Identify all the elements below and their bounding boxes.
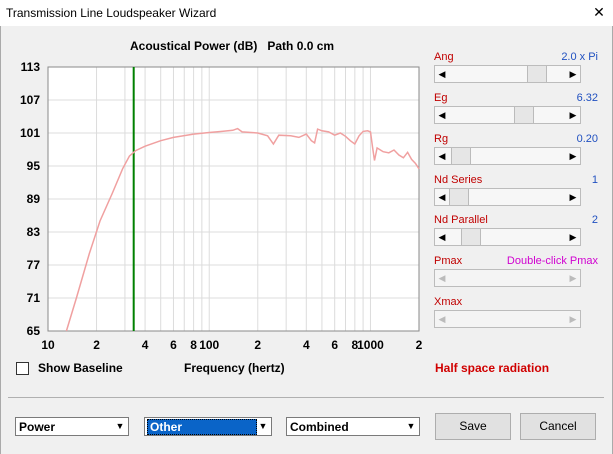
y-tick-label: 113 bbox=[21, 60, 41, 74]
nd-series-label: Nd Series bbox=[434, 174, 483, 186]
y-tick-label: 107 bbox=[20, 93, 40, 107]
ang-scrollbar[interactable]: ◀ ▶ bbox=[434, 65, 581, 83]
scroll-left-icon: ◀ bbox=[438, 273, 446, 283]
y-tick-label: 101 bbox=[20, 126, 40, 140]
xmax-label: Xmax bbox=[434, 296, 463, 308]
window-title: Transmission Line Loudspeaker Wizard bbox=[6, 6, 217, 20]
ang-scroll-thumb[interactable] bbox=[527, 66, 547, 82]
scroll-right-icon[interactable]: ▶ bbox=[566, 148, 580, 164]
scroll-left-icon[interactable]: ◀ bbox=[435, 107, 449, 123]
eg-scroll-thumb[interactable] bbox=[514, 107, 534, 123]
ang-label: Ang bbox=[434, 51, 454, 63]
x-tick-label: 4 bbox=[303, 338, 310, 352]
scroll-left-icon[interactable]: ◀ bbox=[435, 148, 449, 164]
x-tick-label: 1000 bbox=[357, 338, 384, 352]
y-tick-label: 65 bbox=[27, 324, 41, 338]
scroll-right-icon: ▶ bbox=[569, 273, 577, 283]
pmax-label: Pmax bbox=[434, 255, 463, 267]
radiation-mode-label: Half space radiation bbox=[435, 361, 550, 375]
chevron-down-icon[interactable]: ▼ bbox=[114, 420, 126, 433]
x-tick-label: 6 bbox=[170, 338, 177, 352]
y-tick-label: 89 bbox=[27, 192, 41, 206]
scroll-right-icon: ▶ bbox=[569, 314, 577, 324]
chevron-down-icon[interactable]: ▼ bbox=[405, 420, 417, 433]
cancel-button[interactable]: Cancel bbox=[520, 413, 596, 440]
nd-parallel-label: Nd Parallel bbox=[434, 214, 488, 226]
pmax-value[interactable]: Double-click Pmax bbox=[507, 255, 598, 267]
control-ang: Ang 2.0 x Pi ◀ ▶ bbox=[434, 51, 598, 85]
type-select[interactable]: Other ▼ bbox=[144, 417, 272, 436]
type-select-value: Other bbox=[147, 419, 257, 435]
x-tick-label: 4 bbox=[142, 338, 149, 352]
scroll-left-icon: ◀ bbox=[438, 314, 446, 324]
rg-scrollbar[interactable]: ◀ ▶ bbox=[434, 147, 581, 165]
scroll-left-icon[interactable]: ◀ bbox=[435, 66, 449, 82]
eg-value: 6.32 bbox=[576, 92, 598, 104]
cancel-button-label: Cancel bbox=[539, 419, 577, 433]
control-rg: Rg 0.20 ◀ ▶ bbox=[434, 133, 598, 167]
separator-line bbox=[8, 397, 604, 398]
control-xmax: Xmax ◀ ▶ bbox=[434, 296, 598, 330]
nd-series-scroll-thumb[interactable] bbox=[449, 189, 469, 205]
y-tick-label: 95 bbox=[27, 159, 41, 173]
scroll-right-icon[interactable]: ▶ bbox=[566, 107, 580, 123]
nd-series-scrollbar[interactable]: ◀ ▶ bbox=[434, 188, 581, 206]
plot-select-value: Power bbox=[19, 420, 56, 434]
frequency-axis-label: Frequency (hertz) bbox=[184, 361, 285, 375]
ang-value: 2.0 x Pi bbox=[561, 51, 598, 63]
show-baseline-checkbox[interactable] bbox=[16, 362, 29, 375]
rg-value: 0.20 bbox=[576, 133, 598, 145]
x-tick-label: 2 bbox=[416, 338, 423, 352]
x-tick-label: 8 bbox=[190, 338, 197, 352]
nd-parallel-scroll-thumb[interactable] bbox=[461, 229, 481, 245]
y-tick-label: 71 bbox=[27, 291, 41, 305]
chevron-down-icon[interactable]: ▼ bbox=[257, 420, 269, 433]
y-tick-label: 83 bbox=[27, 225, 41, 239]
close-icon[interactable]: ✕ bbox=[585, 0, 613, 26]
scroll-right-icon[interactable]: ▶ bbox=[566, 189, 580, 205]
nd-parallel-scrollbar[interactable]: ◀ ▶ bbox=[434, 228, 581, 246]
control-pmax: Pmax Double-click Pmax ◀ ▶ bbox=[434, 255, 598, 289]
combine-select-value: Combined bbox=[290, 420, 349, 434]
x-tick-label: 2 bbox=[93, 338, 100, 352]
y-tick-label: 77 bbox=[27, 258, 41, 272]
scroll-right-icon[interactable]: ▶ bbox=[566, 229, 580, 245]
eg-label: Eg bbox=[434, 92, 448, 104]
plot-select[interactable]: Power ▼ bbox=[15, 417, 129, 436]
x-tick-label: 100 bbox=[199, 338, 219, 352]
rg-scroll-thumb[interactable] bbox=[451, 148, 471, 164]
pmax-scrollbar: ◀ ▶ bbox=[434, 269, 581, 287]
control-eg: Eg 6.32 ◀ ▶ bbox=[434, 92, 598, 126]
show-baseline-label: Show Baseline bbox=[38, 361, 123, 375]
combine-select[interactable]: Combined ▼ bbox=[286, 417, 420, 436]
scroll-right-icon[interactable]: ▶ bbox=[566, 66, 580, 82]
rg-label: Rg bbox=[434, 133, 449, 145]
title-bar: Transmission Line Loudspeaker Wizard ✕ bbox=[0, 0, 613, 26]
scroll-left-icon[interactable]: ◀ bbox=[435, 189, 449, 205]
control-nd-parallel: Nd Parallel 2 ◀ ▶ bbox=[434, 214, 598, 248]
nd-parallel-value: 2 bbox=[591, 214, 598, 226]
x-tick-label: 6 bbox=[331, 338, 338, 352]
nd-series-value: 1 bbox=[591, 174, 598, 186]
save-button-label: Save bbox=[459, 419, 487, 433]
x-tick-label: 10 bbox=[41, 338, 55, 352]
x-tick-label: 2 bbox=[254, 338, 261, 352]
eg-scrollbar[interactable]: ◀ ▶ bbox=[434, 106, 581, 124]
xmax-scrollbar: ◀ ▶ bbox=[434, 310, 581, 328]
chart-title: Acoustical Power (dB) Path 0.0 cm bbox=[130, 39, 335, 53]
scroll-left-icon[interactable]: ◀ bbox=[435, 229, 449, 245]
power-chart: 65717783899510110711310 2 4 6 8 100 2 4 6 81000 2 bbox=[20, 60, 423, 352]
save-button[interactable]: Save bbox=[435, 413, 511, 440]
control-nd-series: Nd Series 1 ◀ ▶ bbox=[434, 174, 598, 208]
